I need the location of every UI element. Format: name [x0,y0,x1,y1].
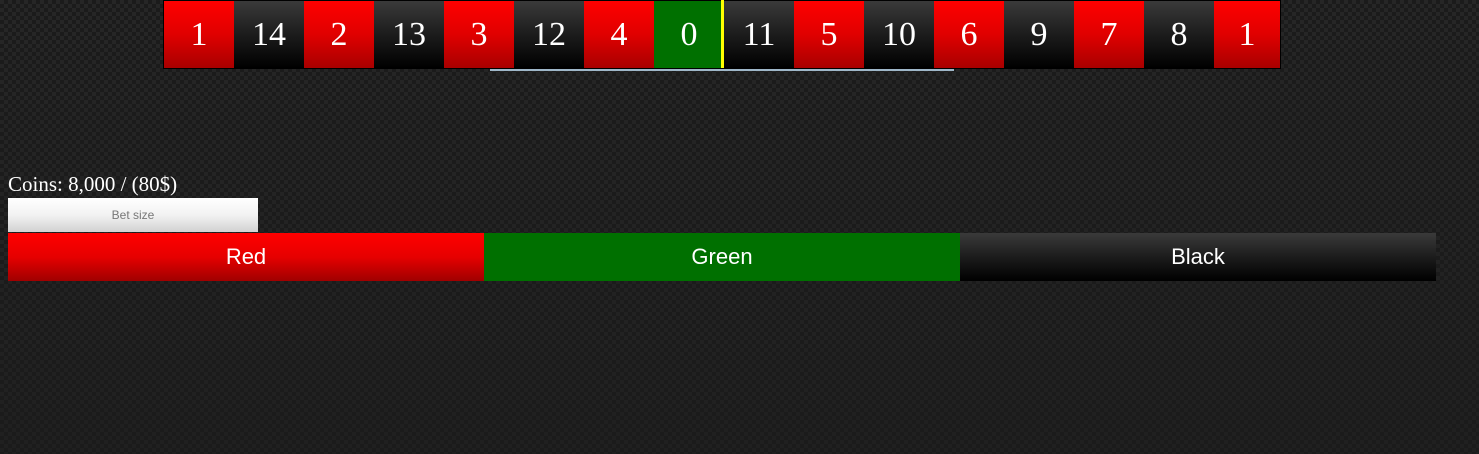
roulette-tile: 1 [164,1,234,68]
roulette-tile: 10 [864,1,934,68]
bet-red-button[interactable]: Red [8,233,484,281]
roulette-tile: 0 [654,1,724,68]
roulette-marker [721,0,724,68]
roulette-tile: 4 [584,1,654,68]
bet-green-button[interactable]: Green [484,233,960,281]
bet-black-button[interactable]: Black [960,233,1436,281]
roulette-tile: 1 [1214,1,1280,68]
roulette-tile: 5 [794,1,864,68]
roulette-tile: 6 [934,1,1004,68]
roulette-tile: 3 [444,1,514,68]
roulette-tile: 8 [1144,1,1214,68]
bet-buttons: Red Green Black [8,233,1436,281]
spin-progress-line [490,69,954,71]
roulette-tile: 14 [234,1,304,68]
roulette-tile: 2 [304,1,374,68]
roulette-tile: 11 [724,1,794,68]
roulette-tile: 7 [1074,1,1144,68]
roulette-tile: 12 [514,1,584,68]
bet-size-input[interactable] [8,198,258,232]
roulette-tile: 13 [374,1,444,68]
roulette-tile: 9 [1004,1,1074,68]
coin-balance: Coins: 8,000 / (80$) [8,172,178,196]
